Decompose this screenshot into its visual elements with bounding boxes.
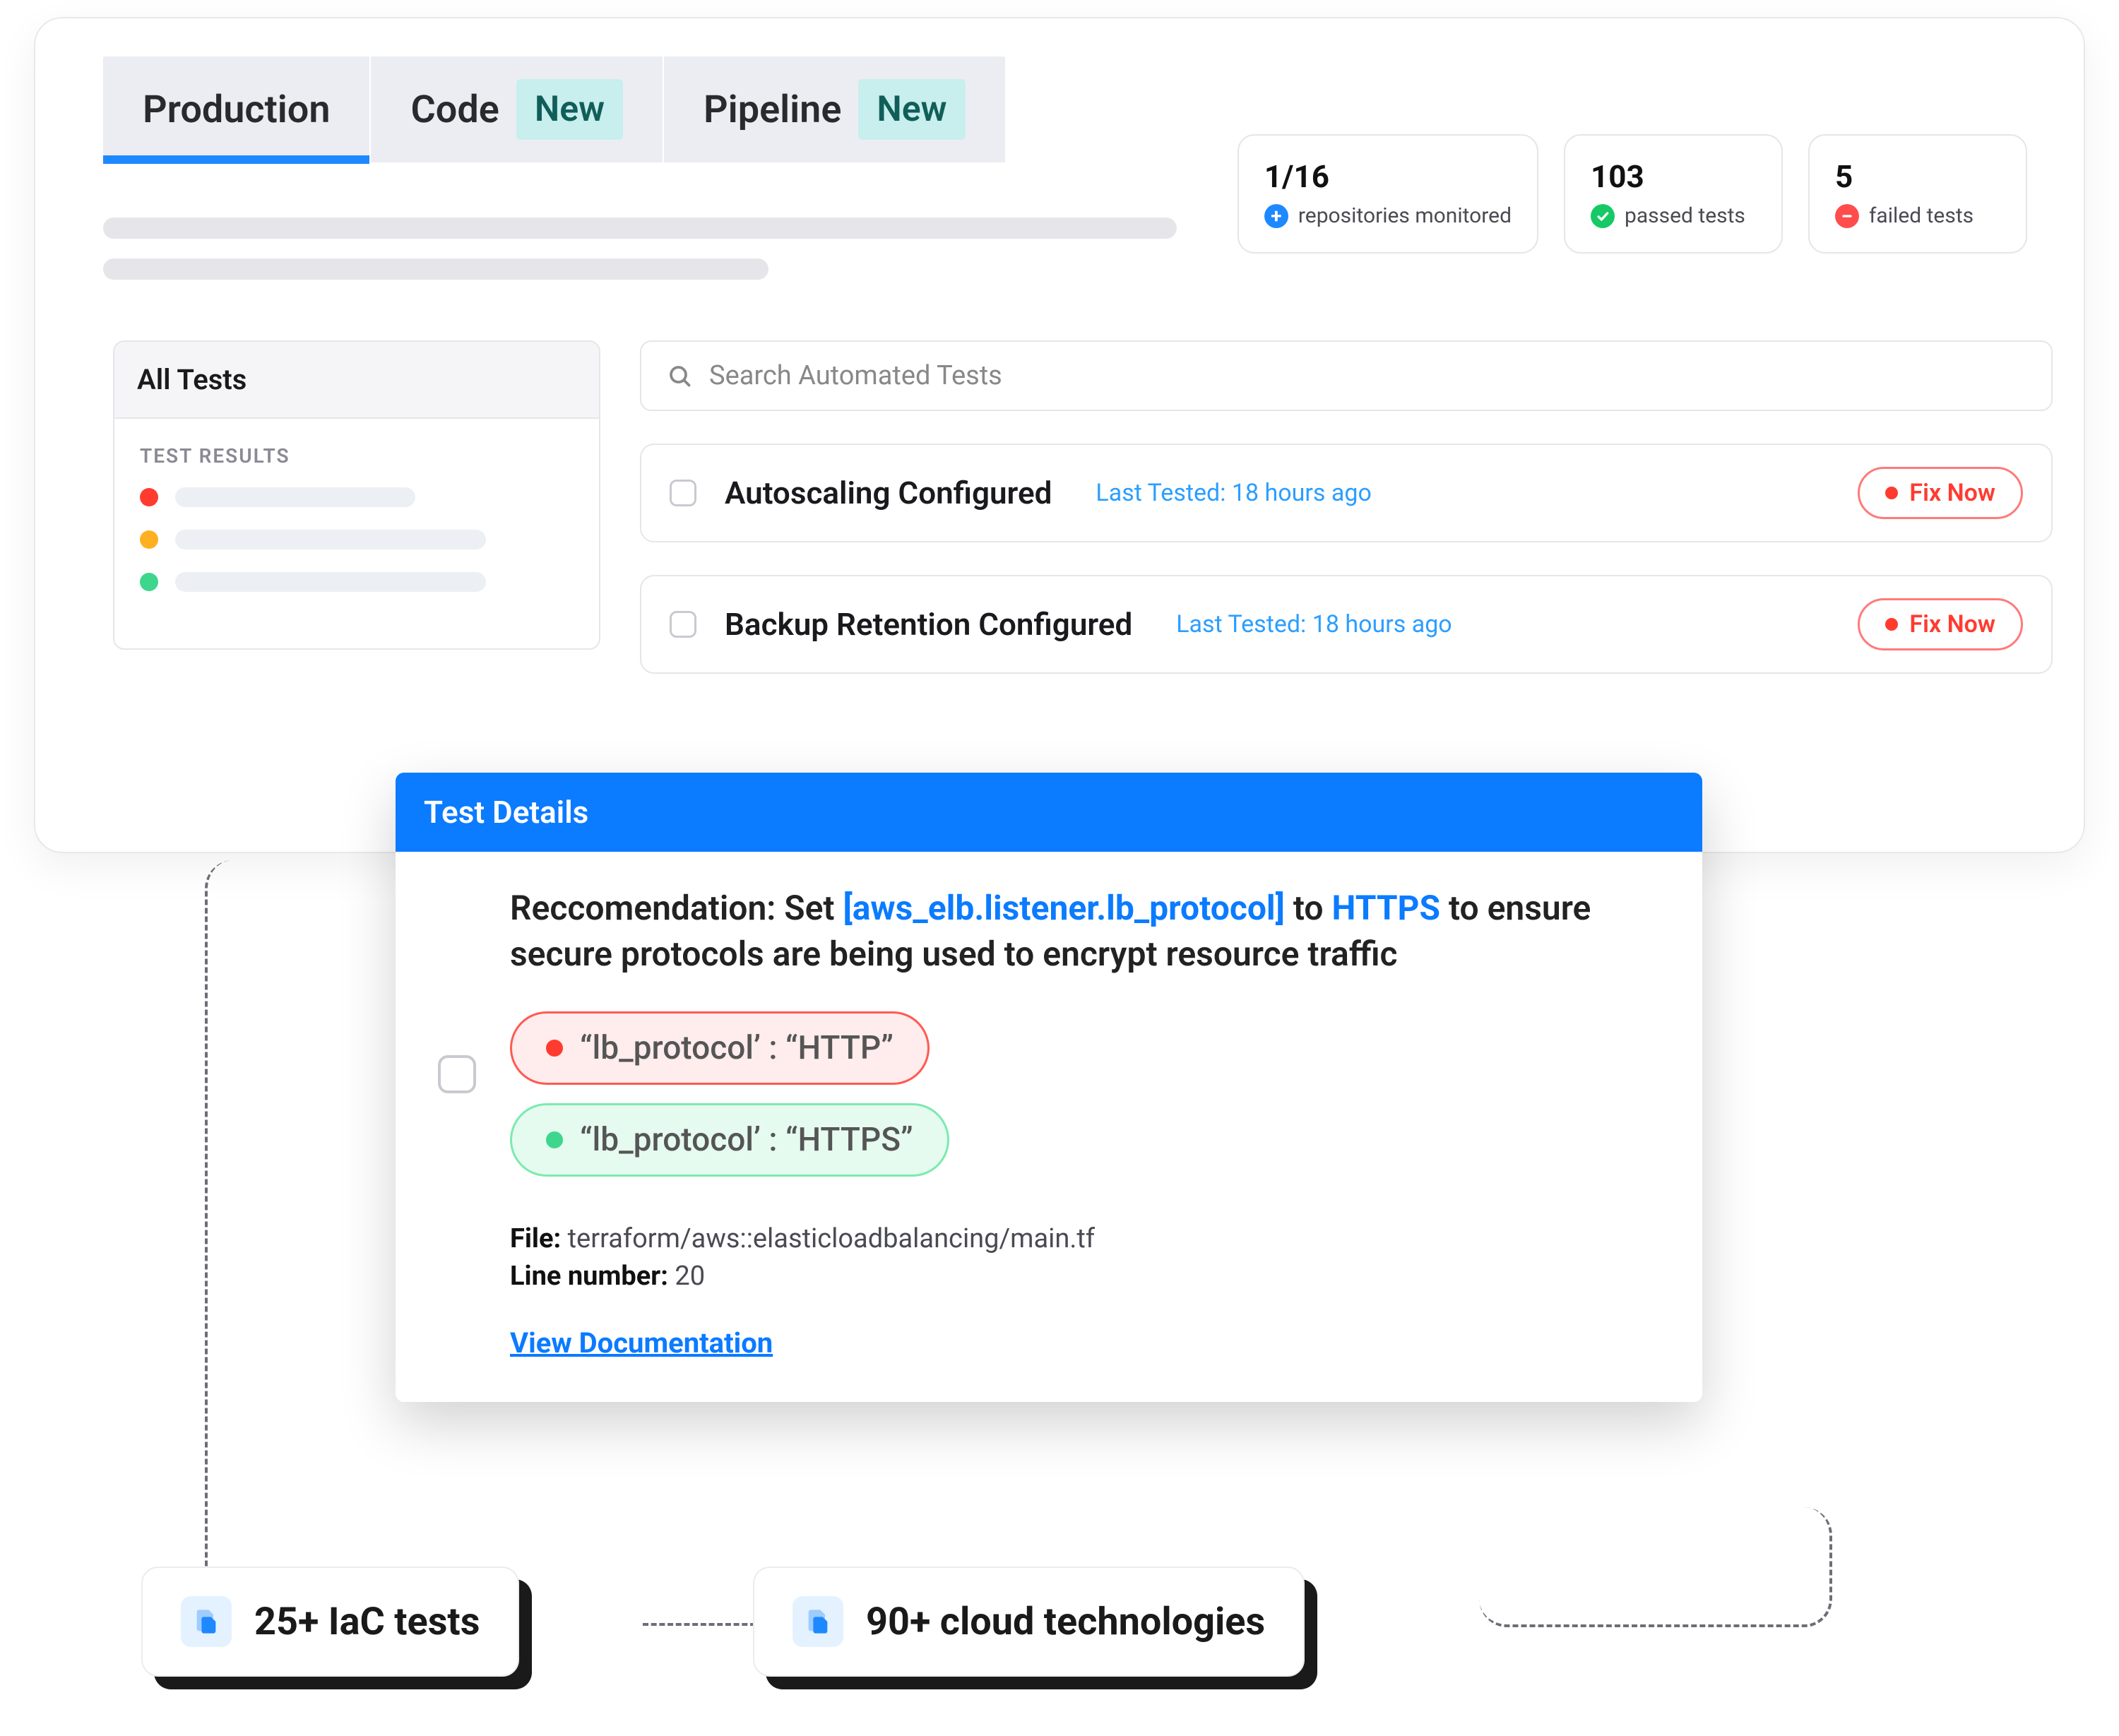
search-bar[interactable]: Search Automated Tests	[640, 340, 2053, 411]
line-value: 20	[668, 1261, 705, 1292]
last-tested: Last Tested: 18 hours ago	[1096, 479, 1371, 507]
connector-line	[1479, 1507, 1832, 1627]
stat-failed-value: 5	[1835, 158, 2000, 195]
file-value: terraform/aws::elasticloadbalancing/main…	[561, 1223, 1095, 1254]
fix-now-label: Fix Now	[1909, 610, 1995, 638]
test-details-header: Test Details	[396, 773, 1702, 852]
stat-repositories-value: 1/16	[1264, 158, 1512, 195]
dot-orange-icon	[140, 530, 158, 549]
reco-key: [aws_elb.listener.lb_protocol]	[843, 888, 1284, 928]
fix-now-button[interactable]: Fix Now	[1858, 467, 2023, 519]
tab-production-label: Production	[143, 88, 330, 132]
sidebar-section-label: TEST RESULTS	[140, 444, 574, 468]
badge-iac-label: 25+ IaC tests	[254, 1600, 480, 1644]
tab-code-label: Code	[410, 88, 499, 132]
search-placeholder: Search Automated Tests	[709, 360, 1002, 391]
reco-mid: to	[1285, 888, 1332, 928]
test-row[interactable]: Backup Retention Configured Last Tested:…	[640, 575, 2053, 674]
pill-bad: “lb_protocol’ : “HTTP”	[510, 1011, 930, 1085]
recommendation-text: Reccomendation: Set [aws_elb.listener.lb…	[510, 886, 1660, 977]
dot-green-icon	[546, 1131, 563, 1148]
dot-red-icon	[1885, 618, 1898, 631]
reco-proto: HTTPS	[1331, 888, 1440, 928]
skeleton-line	[103, 218, 1177, 239]
skeleton-bar	[175, 487, 415, 507]
fix-now-label: Fix Now	[1909, 479, 1995, 507]
stat-failed: 5 failed tests	[1808, 134, 2027, 254]
last-tested: Last Tested: 18 hours ago	[1176, 610, 1452, 638]
stat-passed-value: 103	[1591, 158, 1756, 195]
file-label: File:	[510, 1223, 561, 1254]
row-checkbox[interactable]	[670, 611, 696, 638]
test-name: Backup Retention Configured	[725, 606, 1132, 643]
pill-good: “lb_protocol’ : “HTTPS”	[510, 1103, 949, 1177]
check-icon	[1591, 204, 1615, 228]
stat-passed-label: passed tests	[1625, 203, 1745, 228]
tab-pipeline[interactable]: Pipeline New	[664, 57, 1005, 162]
dashboard-card: Production Code New Pipeline New 1/16 + …	[34, 17, 2085, 853]
details-checkbox[interactable]	[438, 1055, 476, 1093]
view-documentation-link[interactable]: View Documentation	[510, 1326, 773, 1360]
test-details-card: Test Details Reccomendation: Set [aws_el…	[396, 773, 1702, 1402]
skeleton-bar	[175, 572, 486, 592]
sidebar-panel: All Tests TEST RESULTS	[113, 340, 600, 650]
stat-repositories: 1/16 + repositories monitored	[1237, 134, 1538, 254]
test-name: Autoscaling Configured	[725, 475, 1052, 511]
plus-icon: +	[1264, 204, 1288, 228]
connector-line	[205, 860, 410, 1627]
document-icon	[181, 1596, 232, 1647]
result-row-failed[interactable]	[140, 487, 574, 507]
connector-line	[643, 1623, 756, 1626]
tab-production[interactable]: Production	[103, 57, 371, 162]
search-icon	[667, 363, 692, 388]
reco-prefix: Reccomendation: Set	[510, 888, 843, 928]
pill-good-text: “lb_protocol’ : “HTTPS”	[580, 1121, 913, 1159]
sidebar-title[interactable]: All Tests	[114, 342, 599, 419]
pill-bad-text: “lb_protocol’ : “HTTP”	[580, 1029, 894, 1067]
content-column: Search Automated Tests Autoscaling Confi…	[640, 340, 2053, 674]
tab-code[interactable]: Code New	[371, 57, 664, 162]
tab-code-badge: New	[516, 79, 623, 140]
dot-green-icon	[140, 573, 158, 591]
stat-passed: 103 passed tests	[1564, 134, 1783, 254]
minus-icon	[1835, 204, 1859, 228]
stat-failed-label: failed tests	[1869, 203, 1973, 228]
skeleton-line	[103, 258, 768, 280]
badge-iac-tests: 25+ IaC tests	[141, 1566, 519, 1677]
skeleton-bar	[175, 530, 486, 549]
stat-repositories-label: repositories monitored	[1298, 203, 1512, 228]
badge-cloud-tech: 90+ cloud technologies	[753, 1566, 1305, 1677]
document-icon	[793, 1596, 843, 1647]
fix-now-button[interactable]: Fix Now	[1858, 598, 2023, 650]
skeleton-lines	[103, 218, 1177, 299]
dot-red-icon	[546, 1040, 563, 1057]
line-label: Line number:	[510, 1261, 668, 1292]
file-meta: File: terraform/aws::elasticloadbalancin…	[510, 1220, 1660, 1295]
row-checkbox[interactable]	[670, 480, 696, 506]
test-row[interactable]: Autoscaling Configured Last Tested: 18 h…	[640, 444, 2053, 542]
result-row-passed[interactable]	[140, 572, 574, 592]
badge-cloud-label: 90+ cloud technologies	[866, 1600, 1265, 1644]
tab-pipeline-label: Pipeline	[704, 88, 841, 132]
stat-cards: 1/16 + repositories monitored 103 passed…	[1237, 134, 2027, 254]
dot-red-icon	[140, 488, 158, 506]
result-row-warning[interactable]	[140, 530, 574, 549]
tabs: Production Code New Pipeline New	[103, 57, 1005, 162]
dot-red-icon	[1885, 487, 1898, 499]
tab-pipeline-badge: New	[858, 79, 965, 140]
